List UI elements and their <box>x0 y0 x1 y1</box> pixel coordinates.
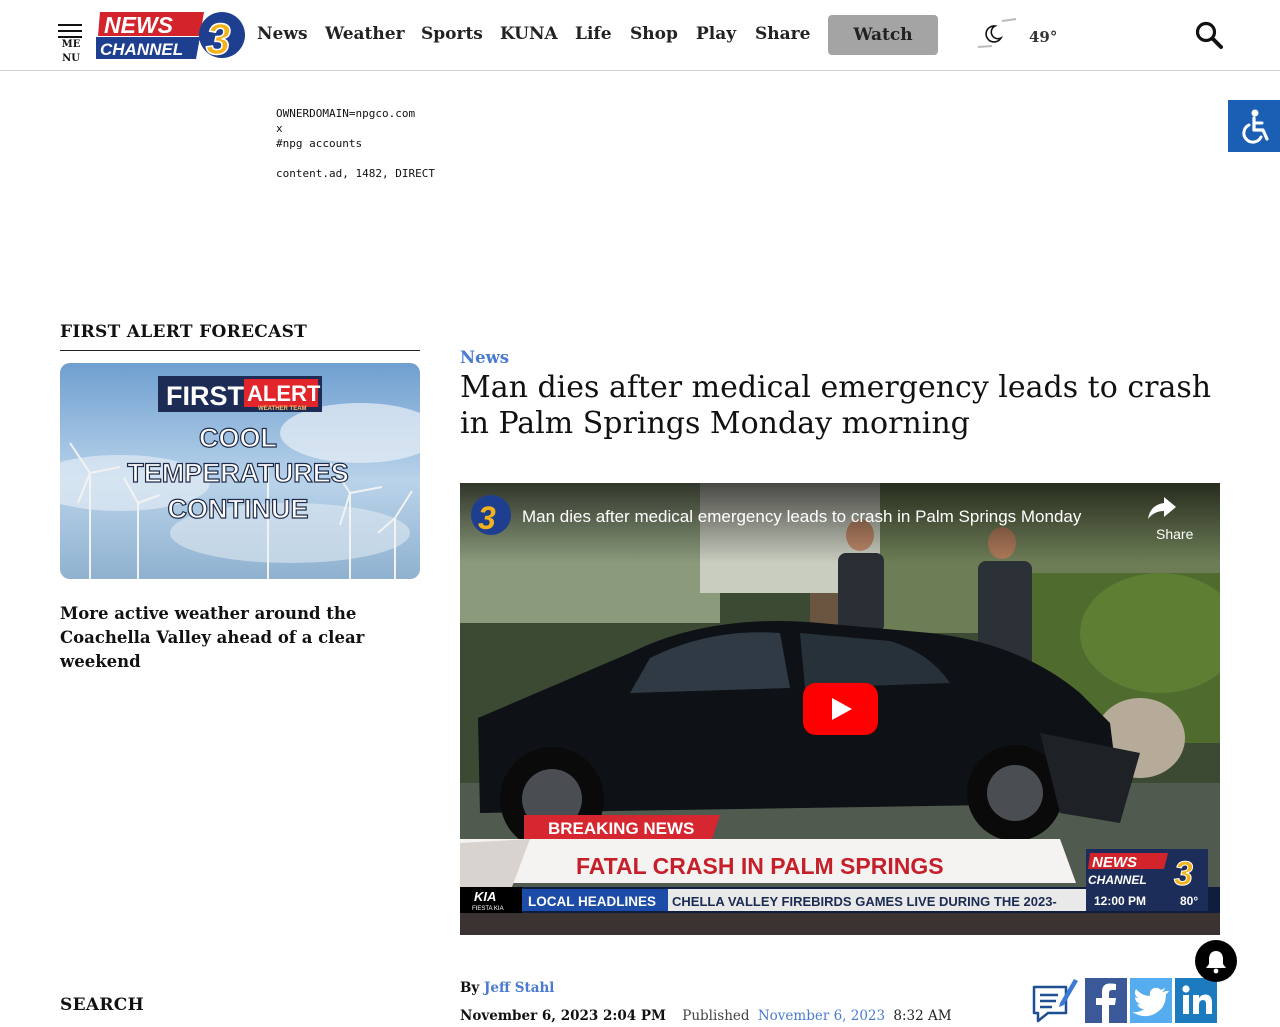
nav-shop[interactable]: Shop <box>630 24 678 44</box>
forecast-line-1: COOL <box>199 423 277 453</box>
breaking-news-label: BREAKING NEWS <box>548 819 694 838</box>
play-icon[interactable] <box>803 683 878 735</box>
forecast-line-3: CONTINUE <box>168 494 309 524</box>
forecast-divider <box>60 350 420 351</box>
nav-kuna[interactable]: KUNA <box>500 24 558 44</box>
linkedin-icon[interactable] <box>1175 978 1217 1023</box>
badge-alert: ALERT <box>247 381 321 406</box>
ticker-label: LOCAL HEADLINES <box>528 894 656 909</box>
bug-number: 3 <box>1174 855 1193 893</box>
facebook-icon[interactable] <box>1085 978 1127 1023</box>
site-header: MENU NEWS CHANNEL 3 News Weather Sports … <box>0 0 1280 71</box>
bug-time: 12:00 PM <box>1094 894 1146 908</box>
nav-share[interactable]: Share <box>755 24 810 44</box>
accessibility-icon[interactable] <box>1228 100 1280 152</box>
ad-text-block: OWNERDOMAIN=npgco.com x #npg accounts co… <box>276 107 435 184</box>
article-headline: Man dies after medical emergency leads t… <box>460 370 1212 441</box>
nav-news[interactable]: News <box>257 24 308 44</box>
search-heading: SEARCH <box>60 995 144 1015</box>
byline: By Jeff Stahl <box>460 980 554 996</box>
nav-weather[interactable]: Weather <box>325 24 405 44</box>
temperature-readout[interactable]: 49° <box>1029 28 1057 46</box>
site-logo[interactable]: NEWS CHANNEL 3 <box>96 10 246 65</box>
published-date-link[interactable]: November 6, 2023 <box>758 1008 885 1024</box>
bug-temp: 80° <box>1180 894 1198 908</box>
weather-line-top <box>1001 18 1017 22</box>
logo-number: 3 <box>206 15 230 60</box>
video-player[interactable]: 3 BREAKING NEWS FATAL CRASH IN PALM SPRI… <box>460 483 1220 935</box>
nav-sports[interactable]: Sports <box>421 24 483 44</box>
published-time: 8:32 AM <box>893 1008 952 1024</box>
forecast-caption-link[interactable]: More active weather around the Coachella… <box>60 602 390 674</box>
watch-button[interactable]: Watch <box>828 15 938 55</box>
video-title[interactable]: Man dies after medical emergency leads t… <box>522 507 1082 527</box>
notes-icon[interactable] <box>1030 975 1080 1023</box>
logo-word-channel: CHANNEL <box>100 40 183 59</box>
svg-text:3: 3 <box>478 500 496 536</box>
forecast-heading: FIRST ALERT FORECAST <box>60 322 308 342</box>
badge-first: FIRST <box>166 381 245 411</box>
menu-label: MENU <box>61 39 81 64</box>
moon-icon[interactable] <box>976 18 1018 50</box>
bug-news: NEWS <box>1092 854 1137 871</box>
nav-life[interactable]: Life <box>575 24 612 44</box>
forecast-thumbnail[interactable]: FIRST ALERT WEATHER TEAM COOL TEMPERATUR… <box>60 363 420 579</box>
updated-datetime: November 6, 2023 2:04 PM <box>460 1008 666 1024</box>
sponsor-brand: KIA <box>474 889 496 904</box>
sponsor-name: FIESTA KIA <box>472 906 504 912</box>
badge-weather-team: WEATHER TEAM <box>258 406 307 412</box>
menu-icon-bar <box>58 24 82 26</box>
nav-play[interactable]: Play <box>696 24 736 44</box>
logo-word-news: NEWS <box>104 12 174 38</box>
menu-button[interactable]: MENU <box>58 24 84 64</box>
bug-channel: CHANNEL <box>1088 873 1147 887</box>
article-category-link[interactable]: News <box>460 348 509 367</box>
ticker-text: CHELLA VALLEY FIREBIRDS GAMES LIVE DURIN… <box>672 894 1057 909</box>
byline-prefix: By <box>460 980 480 996</box>
forecast-line-2: TEMPERATURES <box>127 458 349 488</box>
weather-line-bottom <box>977 45 993 48</box>
published-label: Published <box>682 1008 750 1024</box>
menu-icon-bar <box>58 30 82 32</box>
bell-icon[interactable] <box>1195 940 1237 982</box>
search-icon[interactable] <box>1194 20 1224 50</box>
video-share-label[interactable]: Share <box>1156 526 1193 542</box>
lower-third-text: FATAL CRASH IN PALM SPRINGS <box>576 853 944 879</box>
author-link[interactable]: Jeff Stahl <box>484 980 554 996</box>
dateline: November 6, 2023 2:04 PM Published Novem… <box>460 1008 952 1024</box>
moon-shape <box>985 25 1004 43</box>
twitter-icon[interactable] <box>1130 978 1172 1023</box>
